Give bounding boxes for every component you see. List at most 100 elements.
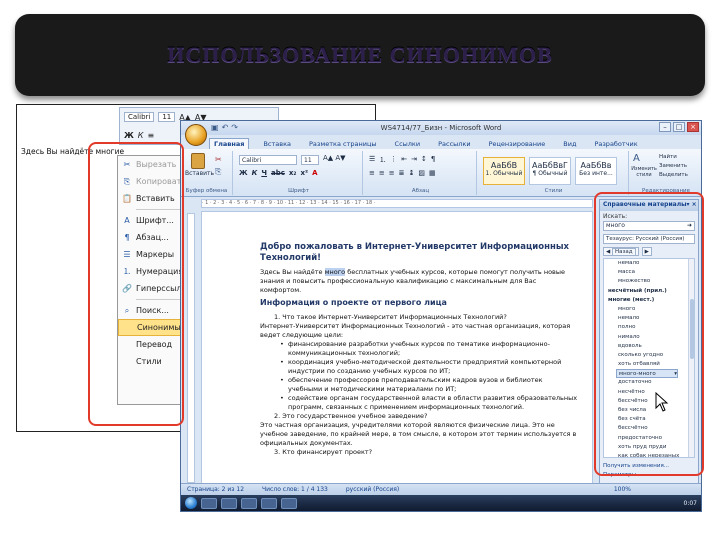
align-right-icon[interactable]: ≡: [389, 169, 395, 177]
synonym-item[interactable]: достаточно: [604, 378, 694, 387]
synonym-item[interactable]: масса: [604, 268, 694, 277]
status-page[interactable]: Страница: 2 из 12: [187, 486, 244, 493]
back-button[interactable]: ◀ Назад: [603, 247, 639, 256]
synonym-item[interactable]: без числа: [604, 406, 694, 415]
get-updates-link[interactable]: Получить изменения...: [603, 462, 669, 471]
line-spacing-icon[interactable]: ↨: [409, 169, 415, 177]
undo-icon[interactable]: ↶: [222, 123, 229, 132]
taskbar-button[interactable]: [261, 497, 277, 509]
source-select[interactable]: Тезаурус: Русский (Россия): [603, 234, 695, 244]
go-arrow-icon[interactable]: ➜: [687, 222, 692, 230]
decrease-indent-icon[interactable]: ⇤: [401, 155, 407, 165]
style-tile[interactable]: АаБбВ 1. Обычный: [483, 157, 525, 185]
style-tile[interactable]: АаБбВв Без инте...: [575, 157, 617, 185]
bold-icon[interactable]: Ж: [239, 169, 248, 177]
close-icon[interactable]: ×: [687, 122, 699, 132]
dropdown-arrow-icon[interactable]: ▾: [674, 370, 677, 377]
synonym-item[interactable]: бессчётно: [604, 424, 694, 433]
synonym-item[interactable]: немало: [604, 314, 694, 323]
forward-button[interactable]: ▶: [641, 247, 652, 256]
change-styles-icon[interactable]: A: [633, 153, 640, 164]
taskbar-button[interactable]: [221, 497, 237, 509]
shading-icon[interactable]: ▨: [418, 169, 425, 177]
synonym-item[interactable]: немало: [604, 259, 694, 268]
subscript-icon[interactable]: x₂: [289, 169, 297, 177]
ribbon-tab[interactable]: Вставка: [259, 139, 295, 149]
mini-font-name[interactable]: Calibri: [124, 112, 155, 122]
pane-close-icon[interactable]: ▾ ×: [687, 201, 697, 210]
selected-word[interactable]: много: [324, 268, 346, 276]
synonym-item[interactable]: без счёта: [604, 415, 694, 424]
grow-font-icon[interactable]: A▲ A▼: [323, 154, 346, 162]
ribbon-tab[interactable]: Разметка страницы: [305, 139, 381, 149]
synonym-item[interactable]: полно: [604, 323, 694, 332]
border-icon[interactable]: ▦: [429, 169, 436, 177]
style-tile[interactable]: АаБбВвГ ¶ Обычный: [529, 157, 571, 185]
mini-font-size[interactable]: 11: [158, 112, 176, 122]
synonym-item[interactable]: сколько угодно: [604, 351, 694, 360]
ribbon-tab[interactable]: Разработчик: [590, 139, 641, 149]
taskbar-button[interactable]: [201, 497, 217, 509]
ribbon-tab[interactable]: Главная: [209, 138, 250, 149]
pane-scrollbar[interactable]: [688, 259, 694, 457]
synonym-item[interactable]: нимало: [604, 333, 694, 342]
align-left-icon[interactable]: ≡: [369, 169, 375, 177]
synonym-item[interactable]: хоть пруд пруди: [604, 443, 694, 452]
find-button[interactable]: Найти: [659, 153, 688, 162]
ribbon-tab[interactable]: Рецензирование: [485, 139, 550, 149]
synonym-group-heading[interactable]: многие (мест.): [604, 296, 694, 305]
synonym-item[interactable]: вдоволь: [604, 342, 694, 351]
select-button[interactable]: Выделить: [659, 171, 688, 180]
ribbon-tab[interactable]: Вид: [559, 139, 580, 149]
taskbar-button[interactable]: [281, 497, 297, 509]
zoom-level[interactable]: 100%: [614, 486, 631, 493]
synonym-group-heading[interactable]: несчётный (прил.): [604, 287, 694, 296]
pilcrow-icon[interactable]: ¶: [431, 155, 435, 165]
synonym-item[interactable]: несчётно: [604, 388, 694, 397]
office-button[interactable]: [185, 124, 207, 146]
align-icon[interactable]: ≡: [147, 131, 154, 140]
synonym-item[interactable]: предостаточно: [604, 434, 694, 443]
bold-icon[interactable]: Ж: [124, 131, 134, 140]
font-size-select[interactable]: 11: [301, 155, 319, 165]
cut-icon[interactable]: ✂: [215, 155, 222, 164]
multilevel-icon[interactable]: ⋮: [390, 155, 397, 165]
justify-icon[interactable]: ≣: [399, 169, 405, 177]
increase-indent-icon[interactable]: ⇥: [411, 155, 417, 165]
vertical-ruler[interactable]: [187, 213, 195, 483]
minimize-icon[interactable]: –: [659, 122, 671, 132]
ribbon-tab[interactable]: Ссылки: [391, 139, 425, 149]
align-center-icon[interactable]: ≡: [379, 169, 385, 177]
strikethrough-icon[interactable]: abc: [271, 169, 285, 177]
numbering-icon[interactable]: ⒈: [379, 155, 386, 165]
synonym-selected-item[interactable]: много-много ▾: [616, 369, 678, 379]
replace-button[interactable]: Заменить: [659, 162, 688, 171]
copy-icon[interactable]: ⎘: [215, 167, 221, 177]
sort-icon[interactable]: ↕: [421, 155, 427, 165]
save-icon[interactable]: ▣: [211, 123, 219, 132]
options-link[interactable]: Параметры...: [603, 471, 669, 480]
document-page[interactable]: Добро пожаловать в Интернет-Университет …: [201, 211, 593, 485]
ribbon-tab[interactable]: Рассылки: [434, 139, 475, 149]
maximize-icon[interactable]: □: [673, 122, 685, 132]
horizontal-ruler[interactable]: · 1 · 2 · 3 · 4 · 5 · 6 · 7 · 8 · 9 · 10…: [201, 199, 593, 208]
superscript-icon[interactable]: x²: [300, 169, 308, 177]
taskbar-button[interactable]: [241, 497, 257, 509]
paste-button[interactable]: Вставить: [185, 153, 214, 181]
underline-icon[interactable]: Ч: [261, 169, 267, 177]
scroll-thumb[interactable]: [690, 299, 694, 359]
synonym-item[interactable]: множество: [604, 277, 694, 286]
font-name-select[interactable]: Calibri: [239, 155, 297, 165]
status-language[interactable]: русский (Россия): [346, 486, 399, 493]
synonym-item[interactable]: как собак нерезаных: [604, 452, 694, 457]
synonym-item[interactable]: много: [604, 305, 694, 314]
synonym-item[interactable]: хоть отбавляй: [604, 360, 694, 369]
italic-icon[interactable]: К: [138, 131, 144, 140]
status-words[interactable]: Число слов: 1 / 4 133: [262, 486, 328, 493]
redo-icon[interactable]: ↷: [231, 123, 238, 132]
synonym-item[interactable]: бессчётно: [604, 397, 694, 406]
bullets-icon[interactable]: ☰: [369, 155, 375, 165]
font-color-icon[interactable]: A: [312, 169, 317, 177]
start-button[interactable]: [185, 497, 197, 509]
italic-icon[interactable]: К: [252, 169, 258, 177]
